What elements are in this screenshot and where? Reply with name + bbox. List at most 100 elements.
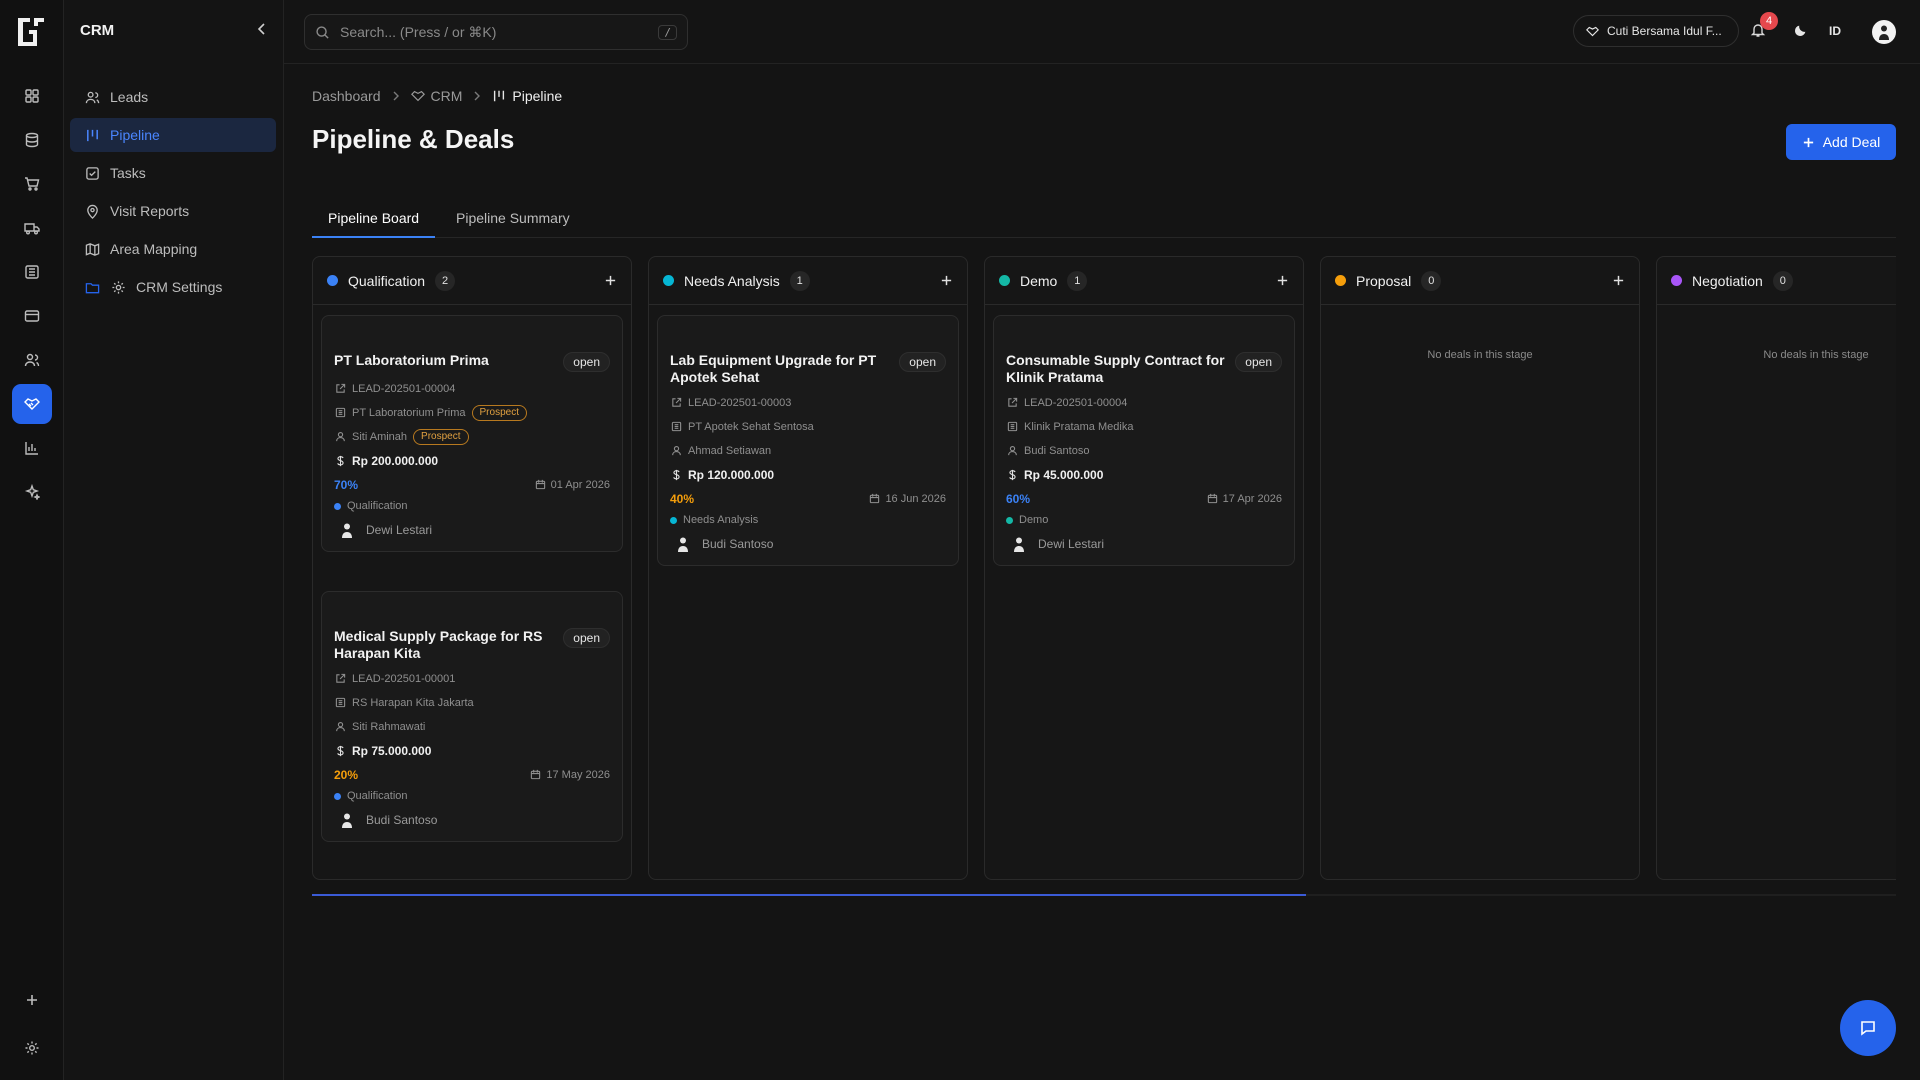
language-switch[interactable]: ID: [1829, 24, 1841, 38]
contact-row: Siti Aminah Prospect: [334, 428, 610, 445]
add-deal-button[interactable]: Add Deal: [1786, 124, 1896, 160]
stage-row: Qualification: [334, 790, 610, 802]
lead-id-row: LEAD-202501-00004: [334, 380, 610, 397]
contact-name: Budi Santoso: [1024, 444, 1090, 457]
lead-id[interactable]: LEAD-202501-00004: [1024, 397, 1127, 409]
breadcrumb-crm[interactable]: CRM: [410, 88, 462, 104]
contact-row: Siti Rahmawati: [334, 718, 610, 735]
add-deal-to-stage-icon[interactable]: [1612, 274, 1625, 287]
gear-icon[interactable]: [12, 1028, 52, 1068]
chat-button[interactable]: [1840, 1000, 1896, 1056]
owner-row: Budi Santoso: [670, 535, 946, 553]
chevron-right-icon: [472, 91, 482, 101]
sidebar-item-label: Area Mapping: [110, 241, 198, 257]
handshake-icon[interactable]: [12, 384, 52, 424]
chat-icon: [1859, 1019, 1877, 1037]
lead-id-row: LEAD-202501-00004: [1006, 394, 1282, 411]
database-icon[interactable]: [12, 120, 52, 160]
breadcrumb-dashboard[interactable]: Dashboard: [312, 88, 381, 104]
scrollbar-thumb[interactable]: [312, 894, 1306, 896]
column-header: Needs Analysis 1: [649, 257, 967, 305]
breadcrumb-pipeline: Pipeline: [492, 88, 562, 104]
sidebar-title: CRM: [80, 22, 115, 39]
building-icon: [334, 407, 346, 419]
search-input[interactable]: [340, 24, 649, 40]
deal-card[interactable]: Medical Supply Package for RS Harapan Ki…: [321, 591, 623, 842]
plus-icon[interactable]: [12, 980, 52, 1020]
lead-id[interactable]: LEAD-202501-00003: [688, 397, 791, 409]
contact-name: Siti Aminah: [352, 430, 408, 443]
lead-id[interactable]: LEAD-202501-00001: [352, 673, 455, 685]
column-header: Qualification 2: [313, 257, 631, 305]
stage-color-dot: [999, 275, 1010, 286]
users-icon[interactable]: [12, 340, 52, 380]
column-title: Demo: [1020, 272, 1058, 289]
deal-card[interactable]: Lab Equipment Upgrade for PT Apotek Seha…: [657, 315, 959, 566]
app-logo[interactable]: [16, 16, 46, 48]
sidebar-item-label: Tasks: [110, 165, 146, 181]
owner-row: Dewi Lestari: [1006, 535, 1282, 553]
stage-label: Qualification: [347, 500, 408, 512]
deal-value: Rp 75.000.000: [352, 743, 432, 758]
dollar-icon: [334, 745, 346, 757]
deal-value: Rp 45.000.000: [1024, 467, 1104, 482]
search-icon: [315, 25, 330, 40]
tab-pipeline-summary[interactable]: Pipeline Summary: [440, 202, 586, 238]
sidebar-item-visit-reports[interactable]: Visit Reports: [70, 194, 276, 228]
company-row: Klinik Pratama Medika: [1006, 418, 1282, 435]
top-bar: / Cuti Bersama Idul F... 4 ID: [284, 0, 1920, 64]
close-date-label: 17 Apr 2026: [1222, 492, 1282, 505]
stage-dot: [1006, 516, 1013, 524]
deal-card[interactable]: PT Laboratorium Prima open LEAD-202501-0…: [321, 315, 623, 552]
breadcrumb: Dashboard CRM Pipeline: [312, 88, 562, 104]
moon-icon[interactable]: [1794, 23, 1808, 37]
deal-value-row: Rp 45.000.000: [1006, 466, 1282, 483]
user-icon: [1006, 445, 1018, 457]
avatar: [338, 521, 356, 539]
sparkles-icon[interactable]: [12, 472, 52, 512]
deal-card[interactable]: Consumable Supply Contract for Klinik Pr…: [993, 315, 1295, 566]
stage-label: Needs Analysis: [683, 514, 759, 526]
users-icon: [84, 89, 100, 105]
collapse-sidebar-icon[interactable]: [255, 22, 269, 36]
add-deal-to-stage-icon[interactable]: [604, 274, 617, 287]
tab-pipeline-board[interactable]: Pipeline Board: [312, 202, 436, 238]
stage-color-dot: [1671, 275, 1682, 286]
sidebar-item-area-mapping[interactable]: Area Mapping: [70, 232, 276, 266]
sidebar-item-pipeline[interactable]: Pipeline: [70, 118, 276, 152]
probability: 60%: [1006, 491, 1031, 506]
add-deal-to-stage-icon[interactable]: [940, 274, 953, 287]
sidebar-item-tasks[interactable]: Tasks: [70, 156, 276, 190]
stage-color-dot: [327, 275, 338, 286]
stage-dot: [670, 516, 677, 524]
probability: 40%: [670, 491, 695, 506]
holiday-chip[interactable]: Cuti Bersama Idul F...: [1573, 15, 1739, 47]
calendar-icon: [869, 493, 880, 504]
building-icon[interactable]: [12, 252, 52, 292]
user-avatar[interactable]: [1872, 20, 1896, 44]
dashboard-icon[interactable]: [12, 76, 52, 116]
dollar-icon: [1006, 469, 1018, 481]
empty-stage-message: No deals in this stage: [1427, 349, 1533, 361]
sidebar-item-leads[interactable]: Leads: [70, 80, 276, 114]
board-horizontal-scrollbar[interactable]: [312, 894, 1896, 896]
search-box[interactable]: /: [304, 14, 688, 50]
probability-date-row: 20% 17 May 2026: [334, 766, 610, 783]
deal-title: Consumable Supply Contract for Klinik Pr…: [1006, 352, 1225, 385]
deal-title: Lab Equipment Upgrade for PT Apotek Seha…: [670, 352, 877, 385]
stage-column-qualification: Qualification 2 PT Laboratorium Prima op…: [312, 256, 632, 880]
tab-bar: Pipeline Board Pipeline Summary: [312, 202, 1896, 238]
cart-icon[interactable]: [12, 164, 52, 204]
user-icon: [334, 721, 346, 733]
empty-stage-message: No deals in this stage: [1763, 349, 1869, 361]
truck-icon[interactable]: [12, 208, 52, 248]
user-icon: [670, 445, 682, 457]
company-name: PT Laboratorium Prima: [352, 406, 466, 419]
add-deal-to-stage-icon[interactable]: [1276, 274, 1289, 287]
bar-chart-icon[interactable]: [12, 428, 52, 468]
building-icon: [670, 421, 682, 433]
sidebar-item-crm-settings[interactable]: CRM Settings: [70, 270, 276, 304]
card-icon[interactable]: [12, 296, 52, 336]
stage-color-dot: [663, 275, 674, 286]
lead-id[interactable]: LEAD-202501-00004: [352, 383, 455, 395]
